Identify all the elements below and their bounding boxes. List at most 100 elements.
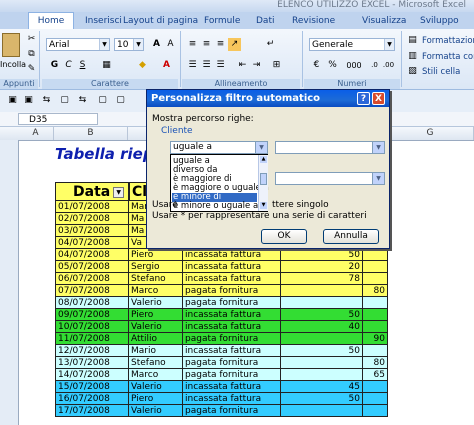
table-cell-date[interactable]: 10/07/2008 [55, 321, 129, 333]
table-cell-desc[interactable]: incassata fattura [183, 393, 281, 405]
table-cell-date[interactable]: 06/07/2008 [55, 273, 129, 285]
fill-color-icon[interactable]: ◆ [136, 59, 149, 72]
table-cell-f[interactable] [363, 297, 388, 309]
toolbar-icon[interactable]: ▣ [6, 94, 19, 107]
format-painter-icon[interactable]: ✎ [25, 63, 38, 76]
increase-decimal-icon[interactable]: .0 [368, 59, 381, 72]
table-cell-client[interactable]: Stefano [129, 273, 183, 285]
table-cell-e[interactable] [281, 405, 363, 417]
conditional-format-button[interactable]: Formattazion [422, 36, 474, 46]
toolbar-icon[interactable]: ⇆ [40, 94, 53, 107]
table-cell-date[interactable]: 01/07/2008 [55, 201, 129, 213]
table-cell-f[interactable] [363, 393, 388, 405]
scroll-thumb[interactable] [260, 173, 267, 185]
bold-icon[interactable]: G [48, 59, 61, 72]
table-cell-date[interactable]: 03/07/2008 [55, 225, 129, 237]
table-cell-date[interactable]: 09/07/2008 [55, 309, 129, 321]
merge-center-icon[interactable]: ⊞ [270, 59, 283, 72]
table-cell-f[interactable] [363, 273, 388, 285]
close-button[interactable]: X [372, 92, 385, 105]
table-cell-f[interactable] [363, 345, 388, 357]
tab-inserisci[interactable]: Inserisci [85, 14, 122, 28]
table-cell-e[interactable]: 50 [281, 345, 363, 357]
align-right-icon[interactable]: ☰ [214, 59, 227, 72]
table-cell-f[interactable] [363, 321, 388, 333]
table-cell-e[interactable]: 78 [281, 273, 363, 285]
column-header-g[interactable]: G [387, 127, 474, 140]
column-header-b[interactable]: B [54, 127, 128, 140]
table-cell-e[interactable] [281, 357, 363, 369]
table-cell-client[interactable]: Stefano [129, 357, 183, 369]
align-center-icon[interactable]: ☰ [200, 59, 213, 72]
value-combo-2[interactable]: ▼ [275, 172, 385, 185]
table-cell-f[interactable] [363, 381, 388, 393]
underline-icon[interactable]: S [76, 59, 89, 72]
table-cell-client[interactable]: Valerio [129, 381, 183, 393]
scroll-down-icon[interactable]: ▼ [260, 202, 267, 209]
table-cell-client[interactable]: Piero [129, 249, 183, 261]
cell-styles-icon[interactable]: ▧ [406, 65, 419, 78]
paste-icon[interactable] [2, 33, 20, 57]
table-cell-date[interactable]: 07/07/2008 [55, 285, 129, 297]
table-cell-client[interactable]: Valerio [129, 405, 183, 417]
cut-icon[interactable]: ✂ [25, 33, 38, 46]
conditional-format-icon[interactable]: ▤ [406, 34, 419, 47]
table-cell-e[interactable] [281, 369, 363, 381]
copy-icon[interactable]: ⧉ [25, 48, 38, 61]
value-combo-1[interactable]: ▼ [275, 141, 385, 154]
table-cell-e[interactable] [281, 285, 363, 297]
table-cell-desc[interactable]: pagata fornitura [183, 405, 281, 417]
table-cell-f[interactable] [363, 405, 388, 417]
table-cell-desc[interactable]: incassata fattura [183, 321, 281, 333]
decrease-decimal-icon[interactable]: .00 [382, 59, 395, 72]
table-cell-client[interactable]: Piero [129, 309, 183, 321]
decrease-indent-icon[interactable]: ⇤ [236, 59, 249, 72]
table-cell-desc[interactable]: pagata fornitura [183, 357, 281, 369]
table-cell-e[interactable]: 50 [281, 309, 363, 321]
table-cell-f[interactable]: 90 [363, 333, 388, 345]
italic-icon[interactable]: C [62, 59, 75, 72]
table-cell-date[interactable]: 13/07/2008 [55, 357, 129, 369]
table-cell-desc[interactable]: pagata fornitura [183, 369, 281, 381]
table-cell-client[interactable]: Valerio [129, 297, 183, 309]
table-cell-date[interactable]: 02/07/2008 [55, 213, 129, 225]
font-color-icon[interactable]: A [160, 59, 173, 72]
table-cell-e[interactable]: 20 [281, 261, 363, 273]
table-cell-desc[interactable]: pagata fornitura [183, 297, 281, 309]
scroll-up-icon[interactable]: ▲ [260, 156, 267, 163]
chevron-down-icon[interactable]: ▼ [384, 39, 394, 50]
font-name-combo[interactable]: Arial ▼ [46, 38, 110, 51]
table-cell-e[interactable] [281, 297, 363, 309]
table-cell-desc[interactable]: incassata fattura [183, 381, 281, 393]
table-cell-e[interactable]: 50 [281, 249, 363, 261]
table-cell-e[interactable] [281, 333, 363, 345]
ok-button[interactable]: OK [261, 229, 307, 244]
table-cell-date[interactable]: 04/07/2008 [55, 249, 129, 261]
toolbar-icon[interactable]: ▢ [58, 94, 71, 107]
chevron-down-icon[interactable]: ▼ [99, 39, 109, 50]
table-cell-f[interactable]: 80 [363, 285, 388, 297]
table-cell-f[interactable] [363, 309, 388, 321]
tab-formule[interactable]: Formule [204, 14, 240, 28]
table-cell-client[interactable]: Marco [129, 369, 183, 381]
column-header-a[interactable]: A [18, 127, 54, 140]
currency-icon[interactable]: € [310, 59, 323, 72]
filter-dropdown-icon[interactable]: ▼ [113, 186, 125, 198]
table-cell-desc[interactable]: pagata fornitura [183, 285, 281, 297]
tab-home[interactable]: Home [28, 12, 74, 30]
table-cell-client[interactable]: Mario [129, 345, 183, 357]
table-cell-f[interactable]: 65 [363, 369, 388, 381]
table-cell-f[interactable] [363, 261, 388, 273]
align-left-icon[interactable]: ☰ [186, 59, 199, 72]
cell-styles-button[interactable]: Stili cella [422, 67, 460, 77]
toolbar-icon[interactable]: ▢ [114, 94, 127, 107]
table-cell-client[interactable]: Valerio [129, 321, 183, 333]
orientation-icon[interactable]: ↗ [228, 38, 241, 51]
table-cell-desc[interactable]: pagata fornitura [183, 333, 281, 345]
table-cell-client[interactable]: Marco [129, 285, 183, 297]
table-cell-date[interactable]: 11/07/2008 [55, 333, 129, 345]
format-table-button[interactable]: Formatta com [422, 52, 474, 62]
table-cell-e[interactable]: 50 [281, 393, 363, 405]
table-cell-date[interactable]: 12/07/2008 [55, 345, 129, 357]
align-middle-icon[interactable]: ≡ [200, 38, 213, 51]
